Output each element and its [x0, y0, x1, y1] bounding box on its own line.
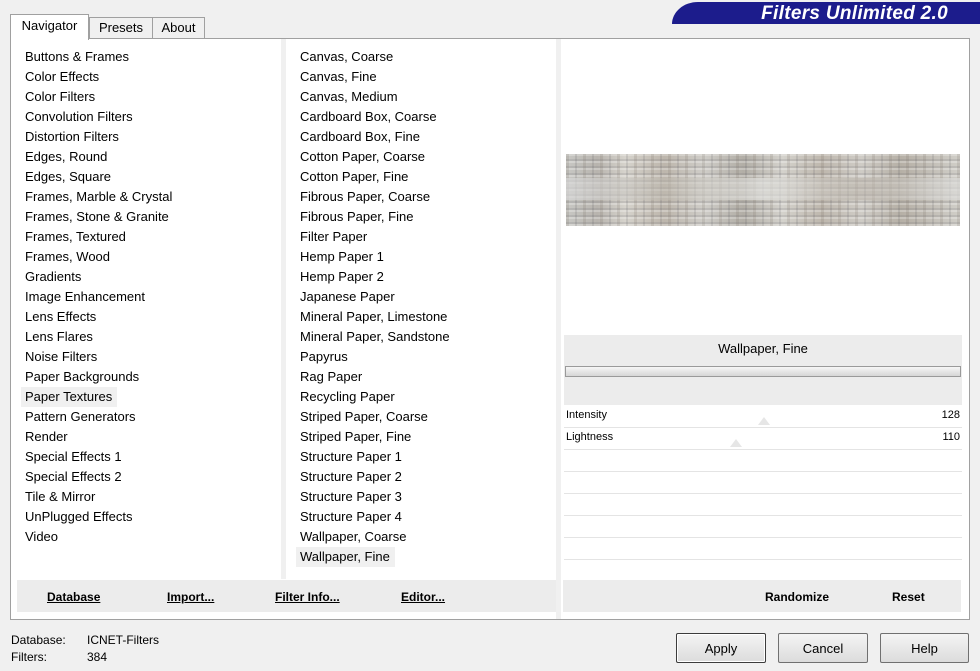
current-filter-title: Wallpaper, Fine: [564, 335, 962, 365]
category-list-item[interactable]: Color Filters: [21, 87, 100, 107]
filter-list-item[interactable]: Cotton Paper, Coarse: [296, 147, 430, 167]
preset-toolbar: Randomize Reset: [563, 580, 961, 612]
database-value: ICNET-Filters: [87, 633, 159, 647]
import-button[interactable]: Import...: [167, 580, 214, 612]
navigator-panel: Buttons & Frames Color Effects Color Filte…: [10, 38, 970, 620]
filter-list-item[interactable]: Structure Paper 2: [296, 467, 407, 487]
filter-list-item[interactable]: Cotton Paper, Fine: [296, 167, 413, 187]
category-list-item[interactable]: Edges, Square: [21, 167, 116, 187]
param-slider-thumb[interactable]: [729, 439, 742, 447]
column-divider: [556, 39, 561, 619]
category-list-item[interactable]: Lens Effects: [21, 307, 101, 327]
help-button[interactable]: Help: [880, 633, 969, 663]
database-toolbar: Database Import... Filter Info... Editor…: [17, 580, 556, 612]
category-list-item[interactable]: Frames, Stone & Granite: [21, 207, 174, 227]
param-value: 110: [942, 431, 960, 443]
category-list-item[interactable]: Render: [21, 427, 73, 447]
progress-bar: [565, 366, 961, 377]
filter-list-item[interactable]: Wallpaper, Fine: [296, 547, 395, 567]
category-list-item[interactable]: Frames, Wood: [21, 247, 115, 267]
category-list-item[interactable]: Paper Textures: [21, 387, 118, 407]
tab-navigator[interactable]: Navigator: [10, 14, 89, 40]
filter-list-item[interactable]: Mineral Paper, Limestone: [296, 307, 452, 327]
category-list-item[interactable]: Special Effects 1: [21, 447, 127, 467]
category-list-item[interactable]: Distortion Filters: [21, 127, 124, 147]
category-list[interactable]: Buttons & Frames Color Effects Color Filte…: [21, 47, 279, 547]
filter-list-item[interactable]: Rag Paper: [296, 367, 367, 387]
progress-area: [564, 365, 962, 405]
reset-button[interactable]: Reset: [892, 580, 925, 612]
category-list-item[interactable]: Frames, Marble & Crystal: [21, 187, 177, 207]
filters-count-value: 384: [87, 650, 108, 664]
category-list-item[interactable]: Tile & Mirror: [21, 487, 100, 507]
editor-button[interactable]: Editor...: [401, 580, 445, 612]
column-divider: [281, 39, 286, 579]
category-list-item[interactable]: Lens Flares: [21, 327, 98, 347]
filter-list-item[interactable]: Cardboard Box, Fine: [296, 127, 425, 147]
filter-list-item[interactable]: Structure Paper 4: [296, 507, 407, 527]
category-list-item[interactable]: Gradients: [21, 267, 86, 287]
app-logo-banner: Filters Unlimited 2.0: [672, 2, 980, 24]
filter-list-item[interactable]: Striped Paper, Fine: [296, 427, 416, 447]
filter-list[interactable]: Canvas, Coarse Canvas, Fine Canvas, Medium…: [296, 47, 554, 567]
param-row-empty: [564, 449, 962, 472]
filter-list-item[interactable]: Wallpaper, Coarse: [296, 527, 411, 547]
param-slider-thumb[interactable]: [757, 417, 770, 425]
category-list-item[interactable]: Video: [21, 527, 63, 547]
filter-list-item[interactable]: Recycling Paper: [296, 387, 400, 407]
filter-list-item[interactable]: Structure Paper 1: [296, 447, 407, 467]
database-button[interactable]: Database: [47, 580, 100, 612]
filter-info-button[interactable]: Filter Info...: [275, 580, 340, 612]
param-row-empty: [564, 471, 962, 494]
apply-button[interactable]: Apply: [676, 633, 766, 663]
category-list-item[interactable]: Color Effects: [21, 67, 104, 87]
tab-about[interactable]: About: [152, 17, 205, 38]
filter-list-item[interactable]: Fibrous Paper, Coarse: [296, 187, 435, 207]
filter-list-item[interactable]: Structure Paper 3: [296, 487, 407, 507]
filter-list-item[interactable]: Striped Paper, Coarse: [296, 407, 433, 427]
filter-list-item[interactable]: Hemp Paper 2: [296, 267, 389, 287]
randomize-button[interactable]: Randomize: [765, 580, 829, 612]
database-label: Database:: [11, 633, 66, 647]
param-row-lightness[interactable]: Lightness 110: [564, 427, 962, 450]
filter-list-item[interactable]: Papyrus: [296, 347, 353, 367]
category-list-item[interactable]: Edges, Round: [21, 147, 112, 167]
filters-count-label: Filters:: [11, 650, 47, 664]
category-list-item[interactable]: Image Enhancement: [21, 287, 150, 307]
filter-preview-image: [566, 154, 960, 226]
param-row-empty: [564, 493, 962, 516]
category-list-item[interactable]: Noise Filters: [21, 347, 102, 367]
param-value: 128: [941, 409, 960, 421]
category-list-item[interactable]: UnPlugged Effects: [21, 507, 137, 527]
category-list-item[interactable]: Pattern Generators: [21, 407, 141, 427]
param-label: Intensity: [566, 409, 607, 421]
category-list-item[interactable]: Convolution Filters: [21, 107, 138, 127]
param-label: Lightness: [566, 431, 614, 443]
category-list-item[interactable]: Frames, Textured: [21, 227, 131, 247]
filter-list-item[interactable]: Canvas, Coarse: [296, 47, 398, 67]
app-logo-text: Filters Unlimited 2.0: [761, 3, 948, 24]
filter-list-item[interactable]: Hemp Paper 1: [296, 247, 389, 267]
filter-list-item[interactable]: Filter Paper: [296, 227, 372, 247]
filter-list-item[interactable]: Canvas, Fine: [296, 67, 382, 87]
param-row-empty: [564, 537, 962, 560]
filter-list-item[interactable]: Mineral Paper, Sandstone: [296, 327, 455, 347]
filter-list-item[interactable]: Cardboard Box, Coarse: [296, 107, 442, 127]
category-list-item[interactable]: Buttons & Frames: [21, 47, 134, 67]
tab-presets[interactable]: Presets: [89, 17, 153, 38]
cancel-button[interactable]: Cancel: [778, 633, 868, 663]
filter-list-item[interactable]: Canvas, Medium: [296, 87, 403, 107]
param-row-empty: [564, 515, 962, 538]
filter-list-item[interactable]: Japanese Paper: [296, 287, 400, 307]
category-list-item[interactable]: Paper Backgrounds: [21, 367, 144, 387]
category-list-item[interactable]: Special Effects 2: [21, 467, 127, 487]
param-row-intensity[interactable]: Intensity 128: [564, 405, 962, 428]
filter-list-item[interactable]: Fibrous Paper, Fine: [296, 207, 418, 227]
